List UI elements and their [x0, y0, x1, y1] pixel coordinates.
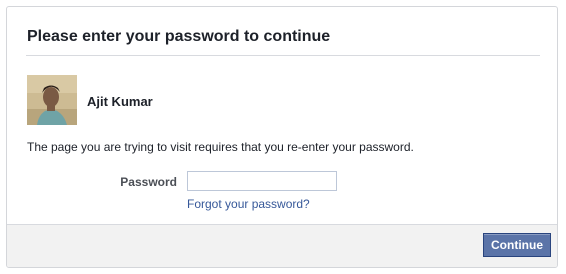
- dialog-title: Please enter your password to continue: [27, 28, 331, 45]
- dialog-footer: Continue: [7, 224, 557, 267]
- forgot-password-link[interactable]: Forgot your password?: [187, 197, 310, 211]
- password-input[interactable]: [187, 171, 337, 191]
- avatar: [27, 75, 77, 125]
- info-message: The page you are trying to visit require…: [27, 140, 414, 154]
- password-label: Password: [120, 175, 177, 189]
- reauth-dialog: Please enter your password to continue A…: [6, 6, 558, 268]
- continue-button[interactable]: Continue: [483, 233, 551, 257]
- avatar-image: [27, 75, 77, 125]
- user-name: Ajit Kumar: [87, 94, 153, 109]
- dialog-header: Please enter your password to continue: [26, 7, 540, 56]
